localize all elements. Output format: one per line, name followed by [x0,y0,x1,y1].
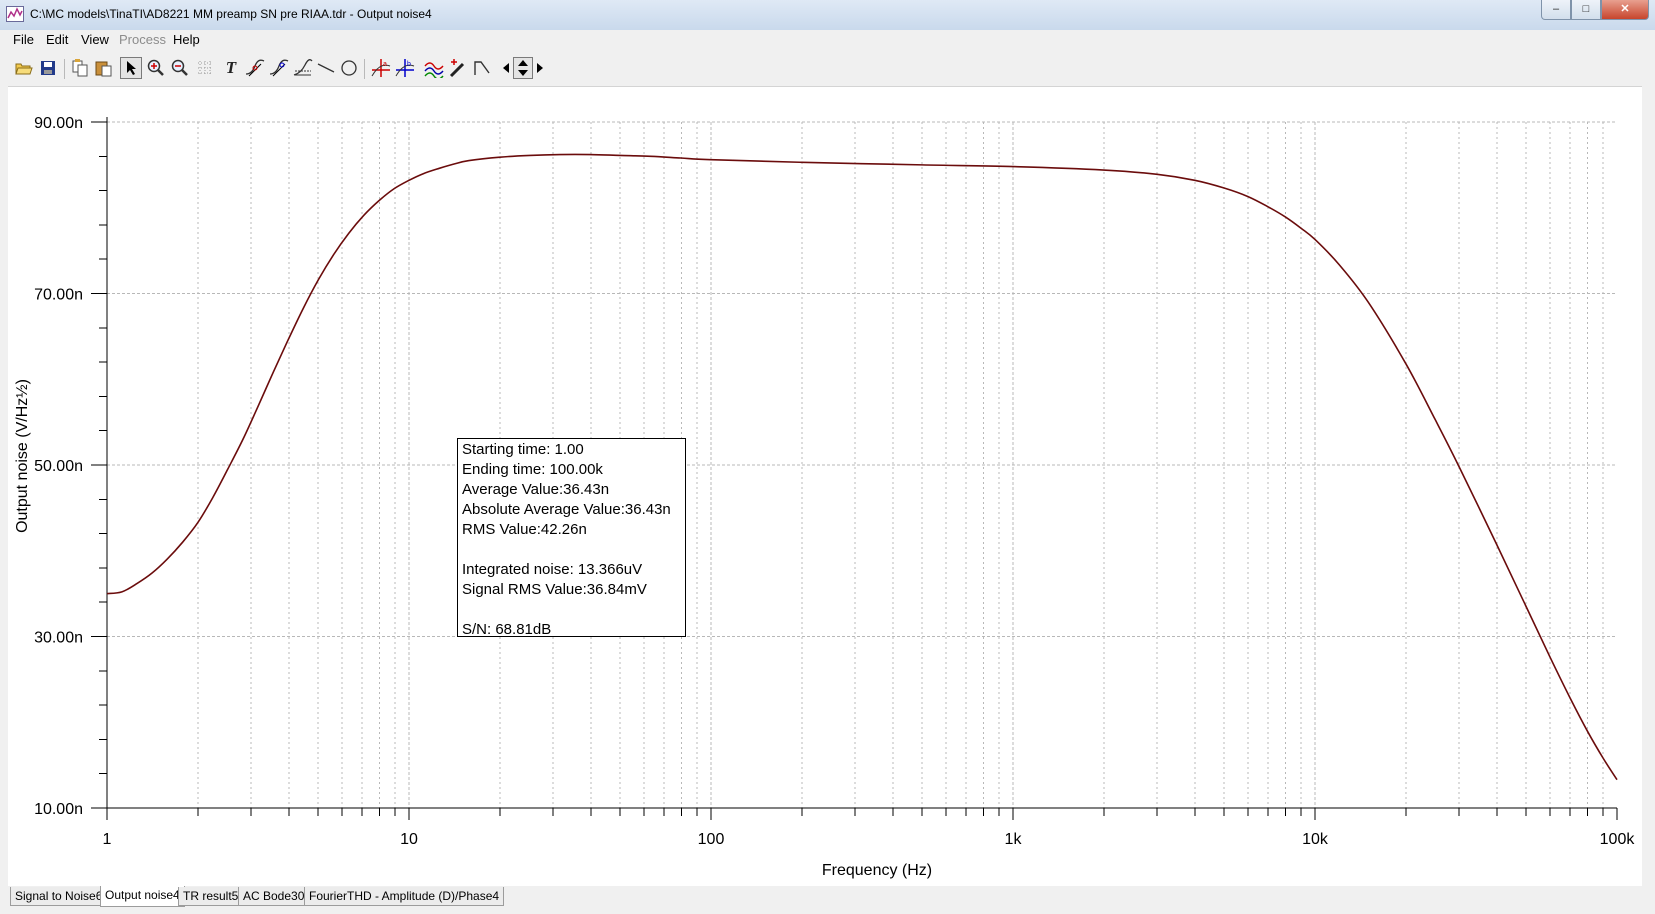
svg-text:a: a [383,61,387,68]
tab-fourierthd[interactable]: FourierTHD - Amplitude (D)/Phase4 [304,887,505,906]
minimize-button[interactable]: – [1541,0,1571,20]
plot-area: 10.00n 30.00n 50.00n 70.00n 90.00n 1 10 100 1k 10… [8,87,1642,886]
scroll-updown-icon[interactable] [513,57,533,79]
menu-file[interactable]: File [13,32,34,47]
close-button[interactable]: ✕ [1601,0,1649,20]
marker-b-icon[interactable]: b [394,57,416,79]
chart-window-icon [6,6,24,22]
marker-a-icon[interactable]: a [370,57,392,79]
x-tick-label: 10k [1302,831,1329,848]
average-value: Average Value:36.43n [462,481,610,498]
diagram-tabs: Signal to Noise6 Output noise4 TR result… [0,886,1655,914]
toolbar-separator [64,59,65,79]
tab-signal-to-noise6[interactable]: Signal to Noise6 [10,887,108,906]
y-tick-label: 90.00n [34,115,83,132]
noise-chart: 10.00n 30.00n 50.00n 70.00n 90.00n 1 10 100 1k 10… [14,115,1635,879]
open-folder-icon[interactable] [13,57,35,79]
copy-icon[interactable] [69,57,91,79]
window-frame-left [0,86,8,886]
curve-add-icon[interactable] [423,57,445,79]
window-frame-right [1642,86,1655,886]
pointer-icon[interactable] [120,57,142,79]
text-icon[interactable]: T [220,57,242,79]
x-tick-label: 100k [1600,831,1636,848]
tab-tr-result5[interactable]: TR result5 [178,887,244,906]
y-tick-label: 70.00n [34,287,83,304]
toolbar: T a b [0,50,1655,87]
window-title: C:\MC models\TinaTI\AD8221 MM preamp SN … [30,7,432,21]
y-tick-label: 50.00n [34,458,83,475]
grid-icon[interactable] [194,57,216,79]
circle-icon[interactable] [338,57,360,79]
zoom-out-icon[interactable] [169,57,191,79]
line-icon[interactable] [315,57,337,79]
absolute-average-value: Absolute Average Value:36.43n [462,501,671,518]
y-tick-label: 10.00n [34,801,83,818]
signal-rms-value: Signal RMS Value:36.84mV [462,581,647,598]
toolbar-separator [364,59,365,79]
cursor-a-icon[interactable] [244,57,266,79]
statistics-box: Starting time: 1.00 Ending time: 100.00k… [457,438,686,638]
signal-to-noise: S/N: 68.81dB [462,621,552,638]
paste-icon[interactable] [93,57,115,79]
save-icon[interactable] [37,57,59,79]
chart-axes [106,117,1617,809]
menu-bar: File Edit View Process Help [0,30,1655,50]
window-controls: – □ ✕ [1541,0,1649,20]
pen-icon[interactable] [447,57,469,79]
tab-output-noise4[interactable]: Output noise4 [100,886,185,907]
rms-value: RMS Value:42.26n [462,521,587,538]
integrated-noise: Integrated noise: 13.366uV [462,561,643,578]
scroll-right-icon[interactable] [534,57,546,79]
x-tick-label: 100 [698,831,725,848]
x-tick-label: 1 [103,831,112,848]
x-tick-label: 1k [1005,831,1023,848]
output-noise-trace [106,153,1618,781]
slope-icon[interactable] [471,57,493,79]
maximize-button[interactable]: □ [1571,0,1601,20]
zoom-in-icon[interactable] [145,57,167,79]
cursor-b-icon[interactable] [268,57,290,79]
svg-text:b: b [407,61,411,68]
starting-time: Starting time: 1.00 [462,441,584,458]
chart-ticks: 10.00n 30.00n 50.00n 70.00n 90.00n 1 10 100 1k 10… [34,115,1635,848]
title-bar: C:\MC models\TinaTI\AD8221 MM preamp SN … [0,0,1655,31]
x-axis-label: Frequency (Hz) [822,862,932,879]
ending-time: Ending time: 100.00k [462,461,603,478]
chart-series [106,153,1618,781]
menu-process[interactable]: Process [119,32,166,47]
y-tick-label: 30.00n [34,630,83,647]
x-tick-label: 10 [400,831,418,848]
y-axis-label: Output noise (V/Hz½) [14,379,31,533]
tab-ac-bode30[interactable]: AC Bode30 [238,887,310,906]
menu-edit[interactable]: Edit [46,32,68,47]
menu-help[interactable]: Help [173,32,200,47]
axis-icon[interactable] [292,57,314,79]
menu-view[interactable]: View [81,32,109,47]
chart-grid [106,121,1617,809]
scroll-left-icon[interactable] [500,57,512,79]
